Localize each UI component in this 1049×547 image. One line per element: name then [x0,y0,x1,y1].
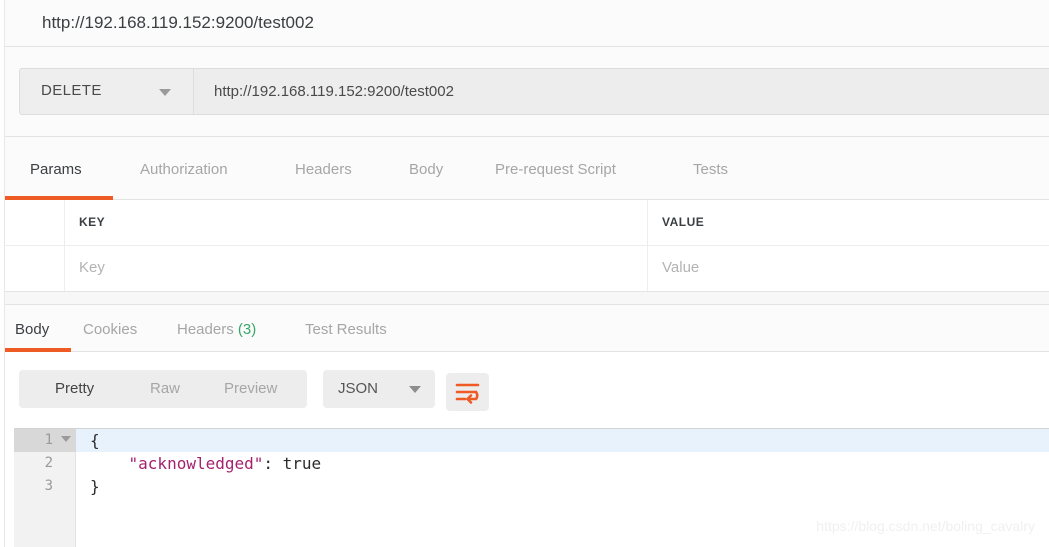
line-number-1: 1 [44,432,53,448]
json-value-true: true [282,454,322,473]
tab-tests[interactable]: Tests [693,161,728,178]
param-value-placeholder: Value [662,259,700,276]
response-format-select[interactable]: JSON [323,370,435,408]
tab-params[interactable]: Params [30,161,82,178]
request-url-value: http://192.168.119.152:9200/test002 [214,83,454,100]
request-url-input[interactable]: http://192.168.119.152:9200/test002 [194,68,1049,115]
editor-gutter: 1 2 3 [14,429,76,547]
table-header-row: KEY VALUE [5,200,1049,246]
params-table: KEY VALUE Key Value [5,200,1049,304]
http-method-label: DELETE [41,82,102,99]
row-checkbox-cell[interactable] [5,246,65,291]
response-tab-bar: Body Cookies Headers (3) Test Results [5,304,1049,352]
view-mode-group: Pretty Raw Preview [19,370,307,408]
headers-count-badge: (3) [237,321,257,338]
code-line-1-text: { [90,431,100,450]
tab-authorization[interactable]: Authorization [140,161,228,178]
table-header-key-cell: KEY [65,200,648,245]
tab-body[interactable]: Body [409,161,443,178]
chevron-down-icon [409,386,421,393]
word-wrap-icon [455,383,480,404]
word-wrap-toggle-button[interactable] [446,373,489,411]
title-bar: http://192.168.119.152:9200/test002 [5,0,1049,47]
editor-active-line-highlight [76,429,1049,452]
column-header-value: VALUE [662,215,705,229]
tab-headers[interactable]: Headers [295,161,352,178]
code-line-1: { [90,431,100,450]
code-line-2: "acknowledged": true [90,454,322,473]
view-mode-pretty[interactable]: Pretty [55,380,94,397]
param-value-input[interactable]: Value [648,246,1049,291]
chevron-down-icon [159,89,171,96]
param-key-input[interactable]: Key [65,246,648,291]
view-mode-preview[interactable]: Preview [224,380,277,397]
table-row: Key Value [5,246,1049,292]
response-tab-cookies[interactable]: Cookies [83,321,137,338]
postman-request-window: http://192.168.119.152:9200/test002 DELE… [0,0,1049,547]
param-key-placeholder: Key [79,259,105,276]
response-tab-headers[interactable]: Headers (3) [177,321,256,338]
table-header-value-cell: VALUE [648,200,1049,245]
response-tab-test-results[interactable]: Test Results [305,321,387,338]
json-colon: : [263,454,283,473]
line-number-2: 2 [44,455,53,471]
response-tab-body[interactable]: Body [15,321,49,338]
code-fold-triangle-icon[interactable] [61,436,71,442]
response-tab-headers-label: Headers [177,321,234,338]
code-line-3-text: } [90,477,100,496]
table-header-checkbox-cell [5,200,65,245]
response-format-label: JSON [338,380,379,397]
page-title: http://192.168.119.152:9200/test002 [42,13,314,32]
view-mode-raw[interactable]: Raw [150,380,180,397]
tab-pre-request-script[interactable]: Pre-request Script [495,161,616,178]
watermark: https://blog.csdn.net/boling_cavalry [816,518,1035,534]
code-line-3: } [90,477,100,496]
params-table-filler [5,292,1049,304]
request-url-bar: DELETE http://192.168.119.152:9200/test0… [5,47,1049,137]
response-toolbar: Pretty Raw Preview JSON [5,352,1049,424]
request-tab-bar: Params Authorization Headers Body Pre-re… [5,137,1049,200]
column-header-key: KEY [79,215,106,229]
http-method-select[interactable]: DELETE [19,68,194,115]
line-number-3: 3 [44,478,53,494]
json-key-acknowledged: "acknowledged" [128,454,264,473]
